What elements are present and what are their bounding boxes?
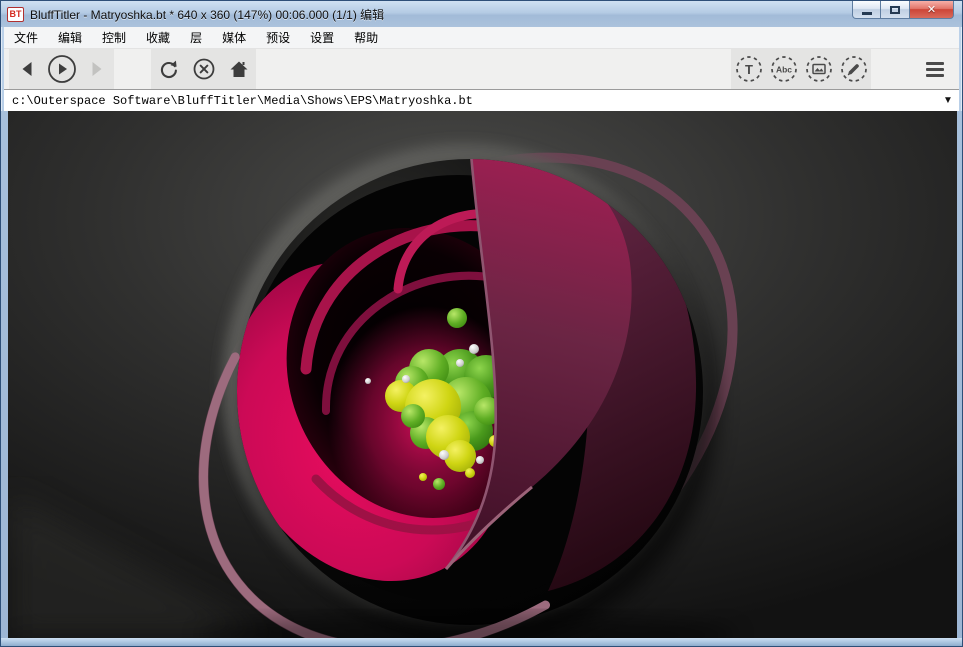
svg-text:Abc: Abc xyxy=(775,65,791,75)
title-bar[interactable]: BT BluffTitler - Matryoshka.bt * 640 x 3… xyxy=(1,1,962,27)
toolbar-spacer xyxy=(114,49,151,89)
svg-text:T: T xyxy=(745,62,753,77)
home-button[interactable] xyxy=(221,49,256,89)
add-picture-layer-button[interactable] xyxy=(801,49,836,89)
add-paragraph-layer-button[interactable]: Abc xyxy=(766,49,801,89)
toolbar-spacer xyxy=(256,49,731,89)
add-sketch-layer-button[interactable] xyxy=(836,49,871,89)
window-bottom-border xyxy=(1,638,962,646)
blufftitler-window: BT BluffTitler - Matryoshka.bt * 640 x 3… xyxy=(0,0,963,647)
menu-button[interactable] xyxy=(917,49,953,89)
restart-button[interactable] xyxy=(151,49,186,89)
menu-item-help[interactable]: 帮助 xyxy=(344,27,388,48)
window-controls: ✕ xyxy=(852,1,954,19)
menu-item-edit[interactable]: 编辑 xyxy=(48,27,92,48)
dropdown-arrow-icon[interactable]: ▼ xyxy=(937,95,959,106)
cancel-button[interactable] xyxy=(186,49,221,89)
menu-item-favorites[interactable]: 收藏 xyxy=(136,27,180,48)
minimize-icon xyxy=(862,12,872,15)
play-button[interactable] xyxy=(44,49,79,89)
back-button[interactable] xyxy=(9,49,44,89)
play-icon xyxy=(47,54,77,84)
restart-icon xyxy=(157,57,181,81)
menu-bar: 文件 编辑 控制 收藏 层 媒体 预设 设置 帮助 xyxy=(4,27,959,49)
playback-group xyxy=(9,49,114,89)
menu-item-layer[interactable]: 层 xyxy=(180,27,212,48)
control-group xyxy=(151,49,256,89)
hamburger-icon xyxy=(926,62,944,65)
close-button[interactable]: ✕ xyxy=(909,1,954,19)
menu-item-presets[interactable]: 预设 xyxy=(256,27,300,48)
add-text-layer-button[interactable]: T xyxy=(731,49,766,89)
minimize-button[interactable] xyxy=(852,1,881,19)
back-icon xyxy=(15,57,39,81)
toolbar: T Abc xyxy=(4,49,959,89)
add-layer-group: T Abc xyxy=(731,49,871,89)
menu-item-file[interactable]: 文件 xyxy=(4,27,48,48)
menu-item-media[interactable]: 媒体 xyxy=(212,27,256,48)
home-icon xyxy=(227,57,251,81)
picture-layer-icon xyxy=(804,54,834,84)
show-path-input[interactable] xyxy=(4,91,937,111)
paragraph-layer-icon: Abc xyxy=(769,54,799,84)
text-layer-icon: T xyxy=(734,54,764,84)
window-title: BluffTitler - Matryoshka.bt * 640 x 360 … xyxy=(30,6,384,23)
forward-button[interactable] xyxy=(79,49,114,89)
close-icon: ✕ xyxy=(927,3,936,16)
render-viewport[interactable] xyxy=(8,111,957,638)
menu-item-settings[interactable]: 设置 xyxy=(300,27,344,48)
forward-icon xyxy=(85,57,109,81)
matryoshka-render xyxy=(8,111,957,638)
menu-item-control[interactable]: 控制 xyxy=(92,27,136,48)
sketch-layer-icon xyxy=(839,54,869,84)
app-icon: BT xyxy=(7,7,24,22)
toolbar-spacer xyxy=(871,49,917,89)
maximize-icon xyxy=(890,6,900,14)
cancel-icon xyxy=(192,57,216,81)
address-bar: ▼ xyxy=(4,89,959,111)
maximize-button[interactable] xyxy=(881,1,909,19)
